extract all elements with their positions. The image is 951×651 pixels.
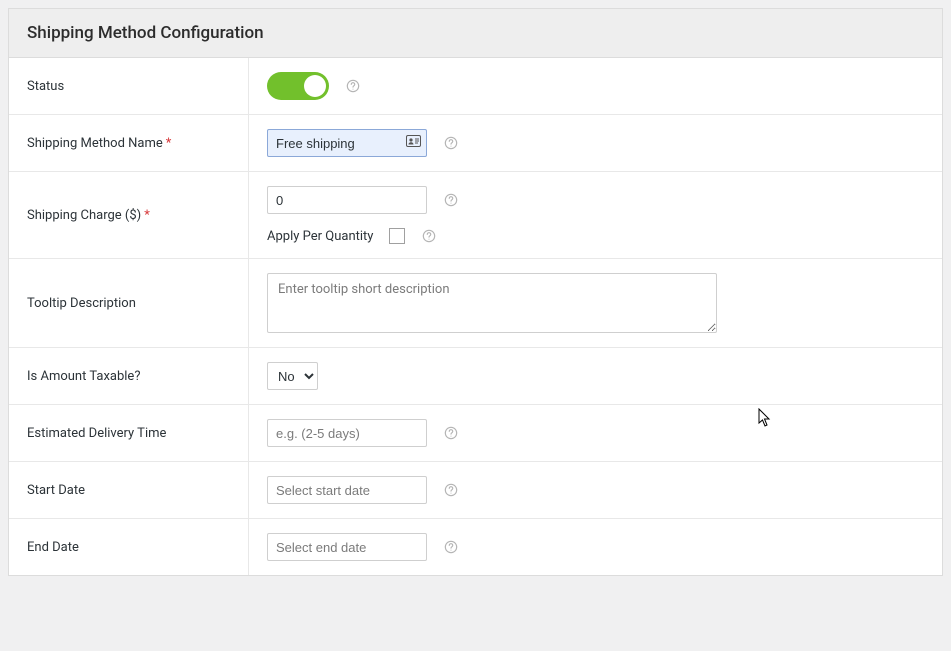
row-charge: Shipping Charge ($) * Apply Per Quantity: [9, 172, 942, 259]
end-date-input[interactable]: [267, 533, 427, 561]
required-marker: *: [166, 136, 172, 151]
label-taxable-text: Is Amount Taxable?: [27, 369, 140, 384]
help-icon[interactable]: [443, 135, 459, 151]
row-end-date: End Date: [9, 519, 942, 575]
label-eta-text: Estimated Delivery Time: [27, 426, 166, 441]
row-status: Status: [9, 58, 942, 115]
status-toggle[interactable]: [267, 72, 329, 100]
row-tooltip: Tooltip Description: [9, 259, 942, 348]
row-taxable: Is Amount Taxable? No: [9, 348, 942, 405]
start-date-input[interactable]: [267, 476, 427, 504]
row-eta: Estimated Delivery Time: [9, 405, 942, 462]
label-status-text: Status: [27, 79, 64, 94]
label-charge: Shipping Charge ($) *: [9, 172, 249, 258]
name-input[interactable]: [267, 129, 427, 157]
label-start-date: Start Date: [9, 462, 249, 518]
required-marker: *: [144, 208, 150, 223]
help-icon[interactable]: [345, 78, 361, 94]
panel-title: Shipping Method Configuration: [27, 23, 924, 43]
row-name: Shipping Method Name *: [9, 115, 942, 172]
label-end-date: End Date: [9, 519, 249, 575]
label-name: Shipping Method Name *: [9, 115, 249, 171]
help-icon[interactable]: [421, 228, 437, 244]
help-icon[interactable]: [443, 192, 459, 208]
label-tooltip-text: Tooltip Description: [27, 296, 136, 311]
label-tooltip: Tooltip Description: [9, 259, 249, 347]
taxable-select[interactable]: No: [267, 362, 318, 390]
per-qty-label: Apply Per Quantity: [267, 229, 373, 244]
label-status: Status: [9, 58, 249, 114]
label-taxable: Is Amount Taxable?: [9, 348, 249, 404]
label-eta: Estimated Delivery Time: [9, 405, 249, 461]
help-icon[interactable]: [443, 482, 459, 498]
charge-input[interactable]: [267, 186, 427, 214]
eta-input[interactable]: [267, 419, 427, 447]
row-start-date: Start Date: [9, 462, 942, 519]
help-icon[interactable]: [443, 539, 459, 555]
status-toggle-knob: [304, 75, 326, 97]
panel-header: Shipping Method Configuration: [9, 9, 942, 58]
label-end-date-text: End Date: [27, 540, 79, 555]
contact-card-icon: [406, 135, 421, 151]
tooltip-textarea[interactable]: [267, 273, 717, 333]
label-name-text: Shipping Method Name: [27, 136, 163, 151]
shipping-method-config-panel: Shipping Method Configuration Status: [8, 8, 943, 576]
help-icon[interactable]: [443, 425, 459, 441]
label-start-date-text: Start Date: [27, 483, 85, 498]
label-charge-text: Shipping Charge ($): [27, 208, 141, 223]
per-qty-checkbox[interactable]: [389, 228, 405, 244]
